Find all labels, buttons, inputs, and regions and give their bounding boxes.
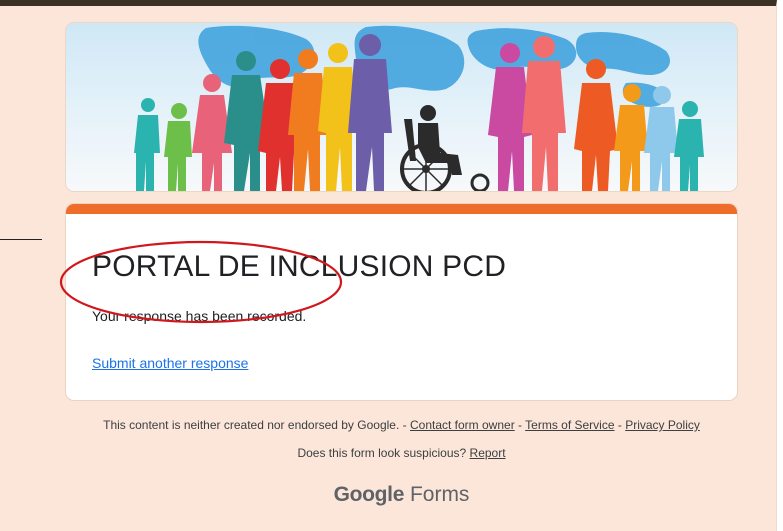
- footer-suspicious: Does this form look suspicious? Report: [66, 446, 737, 460]
- footer-disclaimer: This content is neither created nor endo…: [66, 418, 737, 432]
- google-forms-logo[interactable]: Google Forms: [66, 483, 737, 507]
- submit-another-response-link[interactable]: Submit another response: [92, 355, 248, 371]
- disclaimer-text: This content is neither created nor endo…: [103, 418, 400, 432]
- header-banner-image: [66, 23, 737, 191]
- contact-form-owner-link[interactable]: Contact form owner: [410, 418, 515, 432]
- people-silhouettes-icon: [134, 25, 704, 191]
- card-accent-bar: [66, 204, 737, 214]
- report-link[interactable]: Report: [470, 446, 506, 460]
- footer-separator: -: [514, 418, 526, 432]
- terms-of-service-link[interactable]: Terms of Service: [525, 418, 614, 432]
- privacy-policy-link[interactable]: Privacy Policy: [625, 418, 700, 432]
- suspicious-text: Does this form look suspicious?: [297, 446, 467, 460]
- footer-separator: -: [399, 418, 410, 432]
- annotation-pointer-line: [0, 239, 42, 240]
- footer-separator: -: [614, 418, 626, 432]
- google-wordmark: Google: [333, 483, 405, 506]
- forms-wordmark: Forms: [409, 483, 470, 506]
- annotation-ellipse-icon: [59, 240, 343, 324]
